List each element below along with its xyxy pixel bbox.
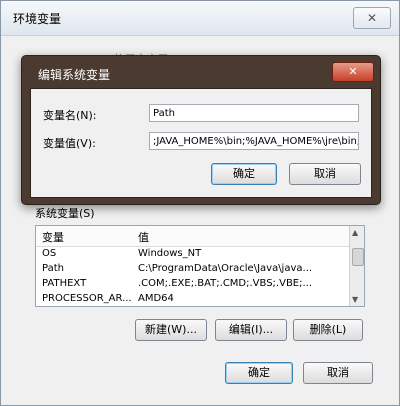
variable-value-input[interactable]: ;JAVA_HOME%\bin;%JAVA_HOME%\jre\bin;: [149, 132, 359, 150]
window-title: 环境变量: [13, 12, 62, 26]
system-variables-group: 系统变量(S) 变量 值 OS Windows_NT Path C:\Progr…: [29, 197, 375, 347]
window-titlebar: 环境变量 ✕: [1, 1, 399, 36]
variable-name-input[interactable]: Path: [149, 104, 359, 122]
variable-name-label: 变量名(N):: [43, 109, 97, 122]
edit-variable-button[interactable]: 编辑(I)...: [215, 319, 287, 341]
cancel-button[interactable]: 取消: [303, 362, 373, 384]
table-row[interactable]: PATHEXT .COM;.EXE;.BAT;.CMD;.VBS;.VBE;..…: [36, 277, 350, 292]
row-variable-name: PATHEXT: [42, 278, 87, 289]
list-header: 变量 值: [36, 226, 350, 247]
row-variable-value: C:\ProgramData\Oracle\Java\java...: [138, 263, 313, 274]
column-header-value[interactable]: 值: [138, 229, 149, 245]
edit-system-variable-dialog: 编辑系统变量 ✕ 变量名(N): Path 变量值(V): ;JAVA_HOME…: [21, 55, 381, 205]
table-row[interactable]: PROCESSOR_AR... AMD64: [36, 292, 350, 306]
row-variable-value: .COM;.EXE;.BAT;.CMD;.VBS;.VBE;...: [138, 278, 313, 289]
row-variable-value: Windows_NT: [138, 248, 202, 259]
vertical-scrollbar[interactable]: ▲ ▼: [349, 226, 364, 306]
table-row[interactable]: Path C:\ProgramData\Oracle\Java\java...: [36, 262, 350, 277]
row-variable-value: AMD64: [138, 293, 174, 304]
row-variable-name: OS: [42, 248, 57, 259]
close-button[interactable]: ✕: [353, 7, 391, 29]
delete-variable-button[interactable]: 删除(L): [293, 319, 363, 341]
dialog-ok-button[interactable]: 确定: [211, 163, 277, 185]
row-variable-name: PROCESSOR_AR...: [42, 293, 132, 304]
dialog-title: 编辑系统变量: [38, 68, 111, 82]
scroll-up-icon[interactable]: ▲: [352, 228, 358, 237]
scroll-thumb[interactable]: [352, 248, 364, 266]
table-row[interactable]: OS Windows_NT: [36, 247, 350, 262]
dialog-cancel-button[interactable]: 取消: [289, 163, 361, 185]
new-variable-button[interactable]: 新建(W)...: [135, 319, 207, 341]
ok-button[interactable]: 确定: [225, 362, 293, 384]
scroll-down-icon[interactable]: ▼: [352, 295, 358, 304]
close-icon: ✕: [366, 11, 378, 25]
system-variables-caption: 系统变量(S): [35, 207, 95, 220]
row-variable-name: Path: [42, 263, 64, 274]
column-header-variable[interactable]: 变量: [42, 229, 64, 245]
dialog-body: 变量名(N): Path 变量值(V): ;JAVA_HOME%\bin;%JA…: [30, 88, 372, 198]
dialog-close-button[interactable]: ✕: [332, 62, 374, 82]
variable-value-label: 变量值(V):: [43, 137, 96, 150]
close-icon: ✕: [348, 65, 358, 78]
system-variables-list[interactable]: 变量 值 OS Windows_NT Path C:\ProgramData\O…: [35, 225, 365, 307]
